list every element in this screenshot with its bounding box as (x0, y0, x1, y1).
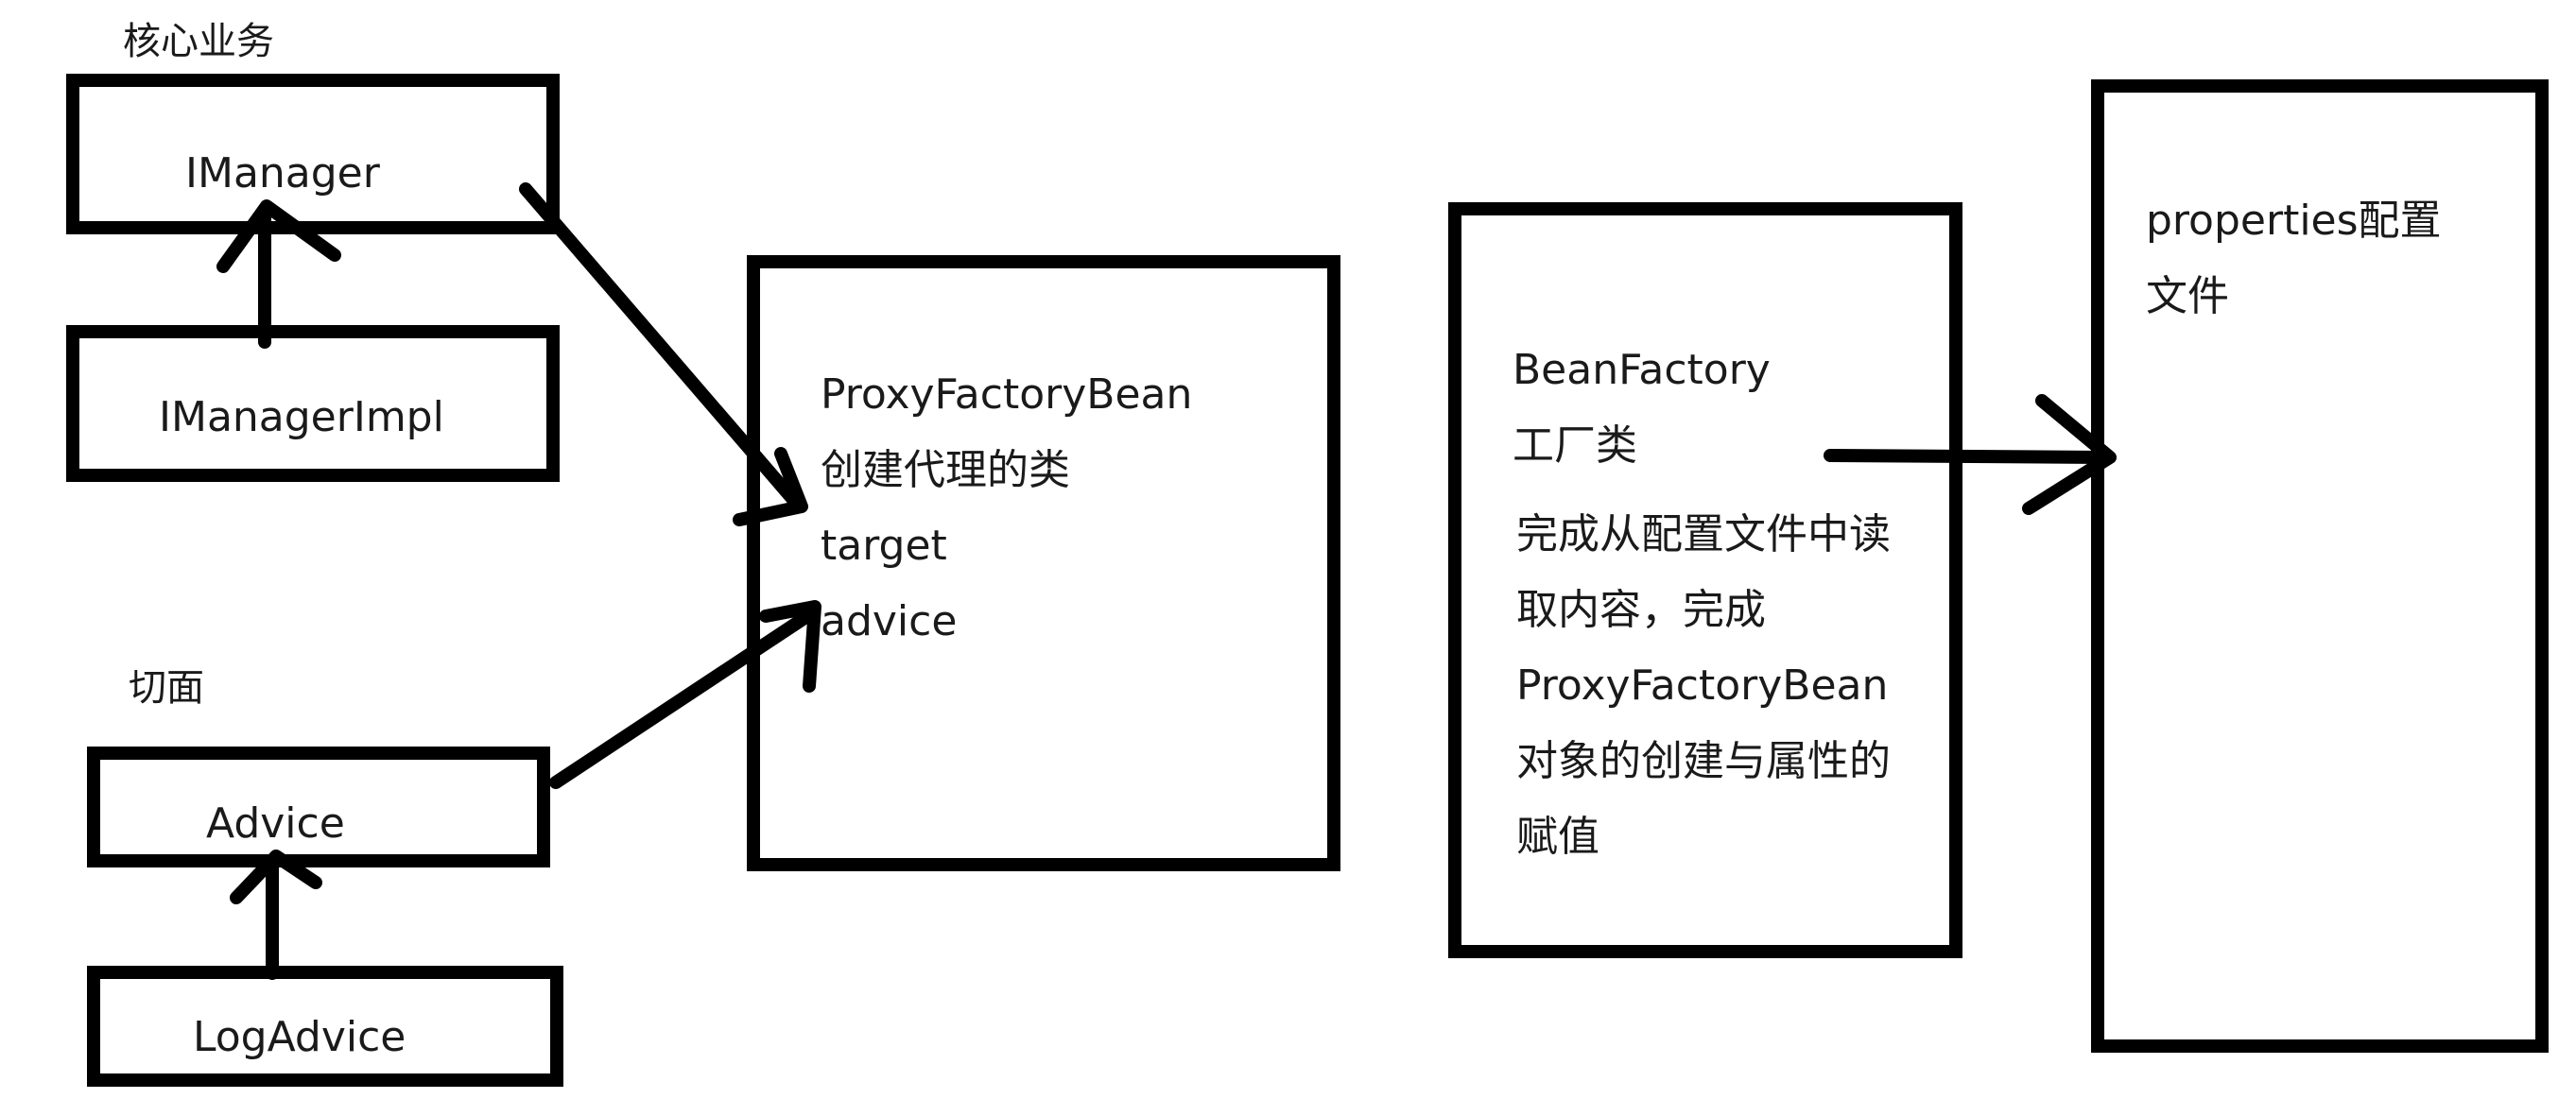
impl-to-interface-arrowhead (216, 199, 341, 273)
interface-to-target-arrow (519, 182, 803, 509)
advice-to-proxy-arrow (549, 606, 820, 789)
arrows-layer (216, 182, 2117, 980)
diagram-canvas: 核心业务 IManager IManagerImpl 切面 Advice Log… (0, 0, 2576, 1099)
bean-factory-to-properties-arrow (1824, 449, 2109, 464)
